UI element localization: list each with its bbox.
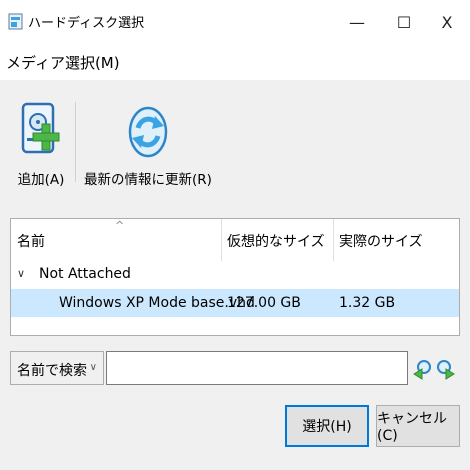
menu-media-select[interactable]: メディア選択(M) [6, 52, 120, 73]
title-bar: ハードディスク選択 — ☐ X [0, 0, 470, 44]
search-previous-icon[interactable] [412, 359, 432, 381]
group-label: Not Attached [39, 266, 131, 282]
toolbar-separator [75, 102, 76, 182]
hard-disk-add-icon [21, 102, 60, 154]
minimize-button[interactable]: — [334, 0, 380, 44]
column-divider[interactable] [221, 219, 222, 261]
maximize-button[interactable]: ☐ [381, 0, 427, 44]
row-actual-size: 1.32 GB [339, 295, 396, 311]
add-button-label: 追加(A) [17, 172, 65, 188]
virtualbox-app-icon [8, 13, 23, 30]
window-title: ハードディスク選択 [28, 16, 145, 31]
sort-ascending-icon: ^ [115, 219, 125, 232]
search-input[interactable] [106, 351, 408, 385]
search-mode-label: 名前で検索 [17, 363, 87, 379]
maximize-icon: ☐ [396, 12, 412, 32]
minimize-icon: — [349, 12, 365, 32]
refresh-button[interactable]: 最新の情報に更新(R) [84, 102, 212, 188]
search-next-icon[interactable] [436, 359, 456, 381]
choose-button-label: 選択(H) [302, 419, 352, 435]
cancel-button-label: キャンセル(C) [377, 411, 447, 444]
row-virtual-size: 127.00 GB [227, 295, 301, 311]
column-header-actual-size[interactable]: 実際のサイズ [339, 231, 423, 251]
search-bar: 名前で検索 ∨ [10, 351, 460, 387]
group-row-not-attached[interactable]: ∨ Not Attached [11, 263, 459, 287]
refresh-icon [128, 106, 168, 158]
add-button[interactable]: 追加(A) [14, 102, 68, 188]
row-name: Windows XP Mode base.vhd [59, 295, 255, 311]
column-header-name[interactable]: 名前 [17, 231, 45, 251]
column-divider[interactable] [333, 219, 334, 261]
toolbar: 追加(A) 最新の情報に更新(R) [0, 80, 470, 198]
collapse-chevron-icon[interactable]: ∨ [17, 267, 25, 280]
cancel-button[interactable]: キャンセル(C) [376, 405, 460, 447]
column-header-virtual-size[interactable]: 仮想的なサイズ [227, 231, 325, 251]
search-mode-dropdown[interactable]: 名前で検索 ∨ [10, 351, 104, 385]
media-list[interactable]: ^ 名前 仮想的なサイズ 実際のサイズ ∨ Not Attached Windo… [10, 218, 460, 336]
close-icon: X [441, 12, 453, 32]
menu-bar: メディア選択(M) [0, 44, 470, 80]
table-row-selected[interactable]: Windows XP Mode base.vhd 127.00 GB 1.32 … [11, 289, 459, 317]
close-button[interactable]: X [424, 0, 470, 44]
choose-button[interactable]: 選択(H) [285, 405, 369, 447]
chevron-down-icon: ∨ [89, 362, 97, 373]
refresh-button-label: 最新の情報に更新(R) [84, 172, 212, 188]
